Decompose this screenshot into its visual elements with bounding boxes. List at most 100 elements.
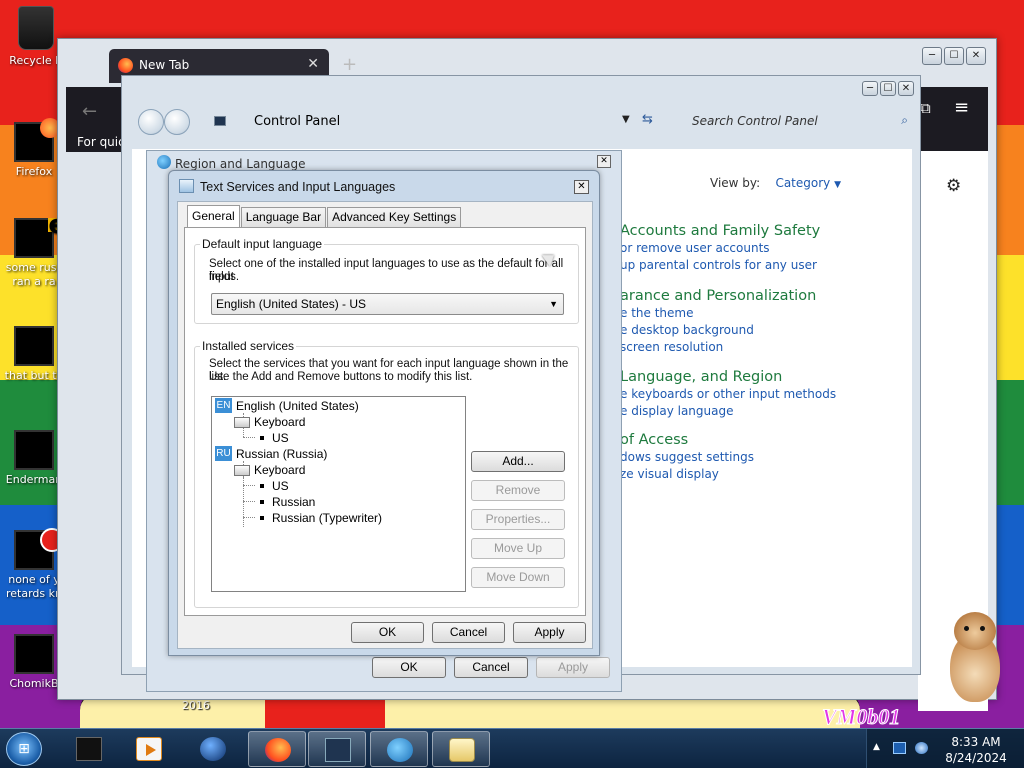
taskbar-item-text-services[interactable] <box>432 731 490 767</box>
new-tab-button[interactable]: + <box>342 54 357 75</box>
search-input[interactable]: Search Control Panel <box>692 114 818 128</box>
gear-icon[interactable]: ⚙ <box>946 176 961 196</box>
keyboard-settings-icon <box>449 738 475 762</box>
minimize-button[interactable]: ─ <box>922 47 942 65</box>
category-link[interactable]: screen resolution <box>620 339 910 356</box>
ok-button[interactable]: OK <box>351 622 424 643</box>
cancel-button[interactable]: Cancel <box>432 622 505 643</box>
dialog-title: Text Services and Input Languages <box>200 180 396 194</box>
properties-button[interactable]: Properties... <box>471 509 565 530</box>
language-code-badge: RU <box>215 446 232 461</box>
hamster-desktop-pet[interactable] <box>944 612 1004 704</box>
close-button[interactable]: ✕ <box>966 47 986 65</box>
monitor-icon[interactable] <box>893 742 906 754</box>
apply-button[interactable]: Apply <box>513 622 586 643</box>
file-icon <box>14 326 54 366</box>
remove-button[interactable]: Remove <box>471 480 565 501</box>
taskbar-item-media-player[interactable] <box>120 731 178 767</box>
minimize-button[interactable]: ─ <box>862 81 878 96</box>
category-title[interactable]: of Access <box>620 431 910 449</box>
chevron-down-icon[interactable]: ▼ <box>622 114 630 125</box>
category-link[interactable]: or remove user accounts <box>620 240 910 257</box>
taskbar-item-browser[interactable] <box>184 731 242 767</box>
tree-node-keyboard-layout[interactable]: US <box>260 478 289 494</box>
close-button[interactable]: ✕ <box>898 81 914 96</box>
language-name: Russian (Russia) <box>236 447 328 461</box>
tree-node-english[interactable]: EN English (United States) <box>215 398 359 414</box>
chevron-down-icon: ▼ <box>549 299 558 309</box>
category-link[interactable]: ze visual display <box>620 466 910 483</box>
view-by-dropdown[interactable]: Category <box>775 176 830 190</box>
category-title[interactable]: arance and Personalization <box>620 287 910 305</box>
move-down-button[interactable]: Move Down <box>471 567 565 588</box>
category-link[interactable]: e the theme <box>620 305 910 322</box>
tab-advanced-key-settings[interactable]: Advanced Key Settings <box>327 207 462 227</box>
default-language-select[interactable]: English (United States) - US ▼ <box>211 293 564 315</box>
network-icon[interactable] <box>915 742 928 754</box>
back-button[interactable] <box>138 109 164 135</box>
text-services-dialog: Text Services and Input Languages ✕ Gene… <box>168 170 600 656</box>
breadcrumb[interactable]: Control Panel <box>254 114 340 129</box>
maximize-button[interactable]: ☐ <box>880 81 896 96</box>
keyboard-icon <box>234 465 250 477</box>
search-box[interactable]: Search Control Panel ⌕ <box>668 106 916 136</box>
tree-node-keyboard-layout[interactable]: US <box>260 430 289 446</box>
tree-node-keyboard[interactable]: Keyboard <box>234 414 305 430</box>
clock[interactable]: 8:33 AM 8/24/2024 <box>943 734 1009 766</box>
category-link[interactable]: e display language <box>620 403 910 420</box>
media-icon <box>14 528 64 570</box>
tab-language-bar[interactable]: Language Bar <box>240 207 327 227</box>
address-bar: Control Panel ▼ ⇆ Search Control Panel ⌕ <box>136 106 916 138</box>
category-link[interactable]: dows suggest settings <box>620 449 910 466</box>
category-link[interactable]: e keyboards or other input methods <box>620 386 910 403</box>
clock-time: 8:33 AM <box>951 735 1001 749</box>
close-button[interactable]: ✕ <box>597 155 611 168</box>
globe-icon <box>387 738 413 762</box>
category-link[interactable]: up parental controls for any user <box>620 257 910 274</box>
installed-services-tree[interactable]: EN English (United States) Keyboard US RU… <box>211 396 466 592</box>
hamburger-menu-icon[interactable]: ≡ <box>954 97 969 118</box>
keyboard-settings-icon <box>179 179 194 193</box>
clock-date: 8/24/2024 <box>945 751 1007 765</box>
start-button[interactable]: ⊞ <box>6 732 42 766</box>
extensions-icon[interactable]: ⧉ <box>920 99 931 117</box>
taskbar-item-terminal[interactable] <box>60 731 118 767</box>
tree-group-label: Keyboard <box>254 463 306 477</box>
taskbar-item-control-panel[interactable] <box>308 731 366 767</box>
category-link[interactable]: e desktop background <box>620 322 910 339</box>
tab-general[interactable]: General <box>187 205 240 227</box>
hamster-app-icon <box>14 634 54 674</box>
chevron-down-icon[interactable]: ▼ <box>834 180 841 190</box>
installed-services-group: Installed services Select the services t… <box>194 339 579 608</box>
close-button[interactable]: ✕ <box>574 180 589 194</box>
group-label: Default input language <box>200 237 325 251</box>
apply-button[interactable]: Apply <box>536 657 610 678</box>
cancel-button[interactable]: Cancel <box>454 657 528 678</box>
group-description: Use the Add and Remove buttons to modify… <box>209 371 473 383</box>
category-title[interactable]: Accounts and Family Safety <box>620 222 910 240</box>
search-icon[interactable]: ⌕ <box>901 113 908 128</box>
control-panel-icon <box>214 116 226 126</box>
add-button[interactable]: Add... <box>471 451 565 472</box>
close-tab-icon[interactable]: ✕ <box>307 56 319 72</box>
tree-node-russian[interactable]: RU Russian (Russia) <box>215 446 327 462</box>
bullet-icon <box>260 483 264 488</box>
move-up-button[interactable]: Move Up <box>471 538 565 559</box>
tree-node-keyboard-layout[interactable]: Russian <box>260 494 315 510</box>
dialog-buttons: OK Cancel Apply <box>351 622 586 643</box>
globe-icon <box>157 155 171 169</box>
taskbar-item-firefox[interactable] <box>248 731 306 767</box>
show-hidden-icons-icon[interactable]: ▲ <box>873 742 880 752</box>
refresh-icon[interactable]: ⇆ <box>642 112 653 127</box>
browser-tab-title: New Tab <box>139 58 190 72</box>
layout-name: Russian (Typewriter) <box>272 511 383 525</box>
back-arrow-icon[interactable]: ← <box>82 101 97 122</box>
forward-button[interactable] <box>164 109 190 135</box>
tree-node-keyboard[interactable]: Keyboard <box>234 462 305 478</box>
tree-node-keyboard-layout[interactable]: Russian (Typewriter) <box>260 510 382 526</box>
category-title[interactable]: Language, and Region <box>620 368 910 386</box>
group-description: Select one of the installed input langua… <box>209 258 564 283</box>
ok-button[interactable]: OK <box>372 657 446 678</box>
maximize-button[interactable]: ☐ <box>944 47 964 65</box>
taskbar-item-region-language[interactable] <box>370 731 428 767</box>
